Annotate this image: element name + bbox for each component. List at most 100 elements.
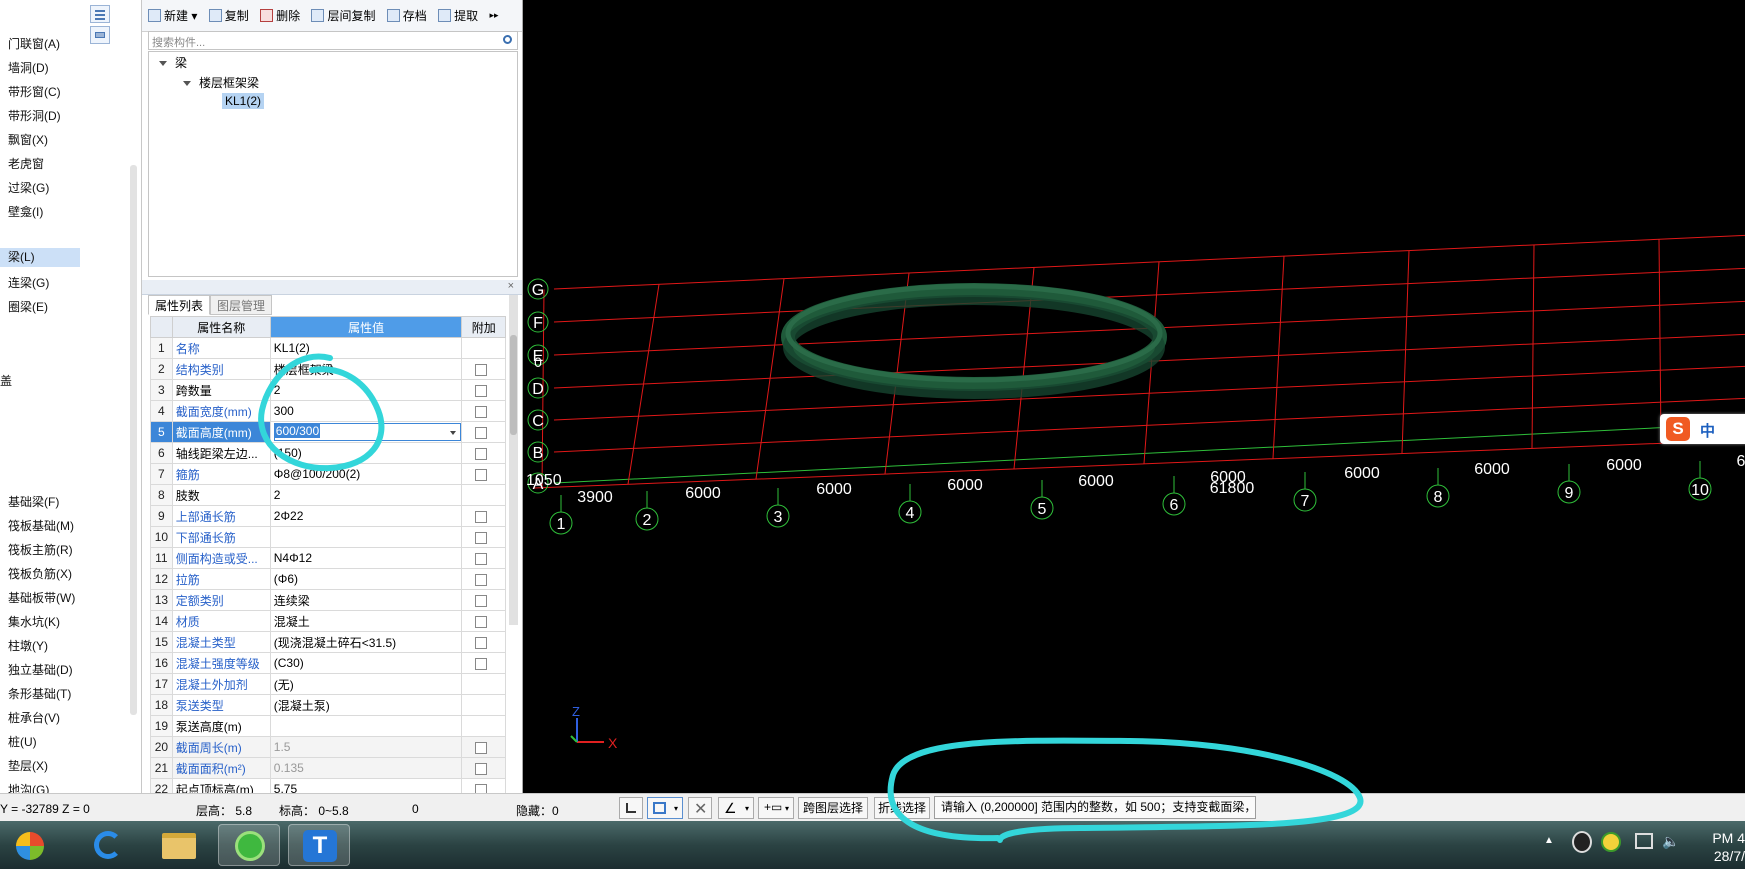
nav-item[interactable]: 柱墩(Y) — [8, 637, 48, 654]
tree-group[interactable]: 楼层框架梁 — [183, 74, 259, 91]
property-row[interactable]: 18 泵送类型 (混凝土泵) — [150, 694, 506, 716]
ortho-button[interactable] — [619, 797, 643, 819]
search-icon[interactable] — [503, 35, 512, 44]
property-row[interactable]: 13 定额类别 连续梁 — [150, 589, 506, 611]
nav-item[interactable]: 过梁(G) — [8, 179, 49, 196]
extra-checkbox[interactable] — [475, 783, 488, 793]
browser-taskbar-button[interactable] — [76, 824, 138, 866]
nav-item[interactable]: 带形窗(C) — [8, 83, 61, 100]
delete-button[interactable]: 删除 — [260, 7, 300, 24]
property-row[interactable]: 6 轴线距梁左边... (150) — [150, 442, 506, 464]
property-row[interactable]: 3 跨数量 2 — [150, 379, 506, 401]
extra-checkbox[interactable] — [475, 636, 488, 649]
property-row[interactable]: 5 截面高度(mm) 600/300 — [150, 421, 506, 443]
property-row[interactable]: 20 截面周长(m) 1.5 — [150, 736, 506, 758]
extra-checkbox[interactable] — [475, 426, 488, 439]
property-row[interactable]: 7 箍筋 Φ8@100/200(2) — [150, 463, 506, 485]
extra-checkbox[interactable] — [475, 510, 488, 523]
nav-item-beam-selected[interactable]: 梁(L) — [0, 248, 80, 267]
nav-item[interactable]: 集水坑(K) — [8, 613, 60, 630]
snap-dropdown[interactable]: +▭ ▾ — [758, 797, 794, 819]
nav-item[interactable]: 条形基础(T) — [8, 685, 71, 702]
nav-scrollbar[interactable] — [130, 165, 137, 715]
nav-item[interactable]: 墙洞(D) — [8, 59, 49, 76]
nav-item[interactable]: 圈梁(E) — [8, 298, 48, 315]
collapse-icon[interactable] — [159, 61, 167, 66]
search-input[interactable]: 搜索构件... — [148, 31, 518, 50]
glodon-taskbar-button[interactable]: T — [288, 824, 350, 866]
ie-taskbar-button[interactable] — [218, 824, 280, 866]
extra-checkbox[interactable] — [475, 573, 488, 586]
extra-checkbox[interactable] — [475, 384, 488, 397]
property-value[interactable]: (混凝土泵) — [269, 694, 463, 716]
extra-checkbox[interactable] — [475, 405, 488, 418]
tab-property-list[interactable]: 属性列表 — [148, 295, 211, 315]
property-row[interactable]: 8 肢数 2 — [150, 484, 506, 506]
property-value[interactable]: 5.75 — [269, 778, 463, 793]
property-value[interactable]: 2 — [269, 484, 463, 506]
property-value[interactable] — [269, 526, 463, 548]
property-row[interactable]: 11 侧面构造或受... N4Φ12 — [150, 547, 506, 569]
property-value[interactable]: N4Φ12 — [269, 547, 463, 569]
angle-dropdown[interactable]: ∠ ▾ — [718, 797, 754, 819]
property-value[interactable]: 0.135 — [269, 757, 463, 779]
security-icon[interactable] — [1601, 832, 1621, 852]
nav-item[interactable]: 筏板基础(M) — [8, 517, 74, 534]
extra-checkbox[interactable] — [475, 657, 488, 670]
nav-item[interactable]: 老虎窗 — [8, 155, 44, 172]
property-value[interactable]: (C30) — [269, 652, 463, 674]
property-value[interactable]: (Φ6) — [269, 568, 463, 590]
nav-item[interactable]: 带形洞(D) — [8, 107, 61, 124]
property-value-editor[interactable]: 600/300 — [273, 423, 461, 441]
property-value[interactable]: KL1(2) — [269, 337, 463, 359]
property-value[interactable]: (150) — [269, 442, 463, 464]
nav-item[interactable]: 基础板带(W) — [8, 589, 75, 606]
chevron-down-icon[interactable] — [450, 431, 457, 435]
extra-checkbox[interactable] — [475, 468, 488, 481]
more-button[interactable]: ▸▸ — [490, 10, 499, 21]
property-row[interactable]: 16 混凝土强度等级 (C30) — [150, 652, 506, 674]
extract-button[interactable]: 提取 — [438, 7, 478, 24]
nav-item[interactable]: 基础梁(F) — [8, 493, 59, 510]
nav-item[interactable]: 桩承台(V) — [8, 709, 60, 726]
property-row[interactable]: 17 混凝土外加剂 (无) — [150, 673, 506, 695]
property-value[interactable]: (现浇混凝土碎石<31.5) — [269, 631, 463, 653]
card-view-icon[interactable] — [90, 26, 110, 44]
property-value[interactable]: 楼层框架梁 — [269, 358, 463, 380]
extra-checkbox[interactable] — [475, 615, 488, 628]
network-icon[interactable] — [1635, 833, 1653, 849]
nav-item[interactable]: 地沟(G) — [8, 781, 49, 793]
extra-checkbox[interactable] — [475, 552, 488, 565]
property-row[interactable]: 1 名称 KL1(2) — [150, 337, 506, 359]
nav-item[interactable]: 门联窗(A) — [8, 35, 60, 52]
select-mode-dropdown[interactable]: ▾ — [647, 797, 683, 819]
property-row[interactable]: 12 拉筋 (Φ6) — [150, 568, 506, 590]
extra-checkbox[interactable] — [475, 741, 488, 754]
list-view-icon[interactable] — [90, 5, 110, 23]
explorer-taskbar-button[interactable] — [148, 824, 210, 866]
extra-checkbox[interactable] — [475, 447, 488, 460]
property-value[interactable]: 300 — [269, 400, 463, 422]
property-value[interactable] — [269, 715, 463, 737]
property-row[interactable]: 19 泵送高度(m) — [150, 715, 506, 737]
new-button[interactable]: 新建 ▾ — [148, 7, 197, 24]
nav-item[interactable]: 连梁(G) — [8, 274, 49, 291]
qq-icon[interactable] — [1572, 831, 1592, 853]
property-row[interactable]: 4 截面宽度(mm) 300 — [150, 400, 506, 422]
start-button[interactable] — [2, 824, 60, 866]
extra-checkbox[interactable] — [475, 363, 488, 376]
nav-item[interactable]: 独立基础(D) — [8, 661, 73, 678]
nav-item[interactable]: 桩(U) — [8, 733, 37, 750]
property-row[interactable]: 22 起点顶标高(m) 5.75 — [150, 778, 506, 793]
cross-floor-select-button[interactable]: 跨图层选择 — [798, 797, 868, 819]
property-value[interactable]: 1.5 — [269, 736, 463, 758]
close-icon[interactable]: × — [508, 280, 514, 292]
property-value[interactable]: 连续梁 — [269, 589, 463, 611]
extra-checkbox[interactable] — [475, 594, 488, 607]
nav-item[interactable]: 飘窗(X) — [8, 131, 48, 148]
scroll-thumb[interactable] — [510, 335, 517, 435]
nav-item[interactable]: 筏板负筋(X) — [8, 565, 72, 582]
property-row[interactable]: 14 材质 混凝土 — [150, 610, 506, 632]
property-value[interactable]: (无) — [269, 673, 463, 695]
property-value[interactable]: 600/300 — [269, 421, 463, 443]
